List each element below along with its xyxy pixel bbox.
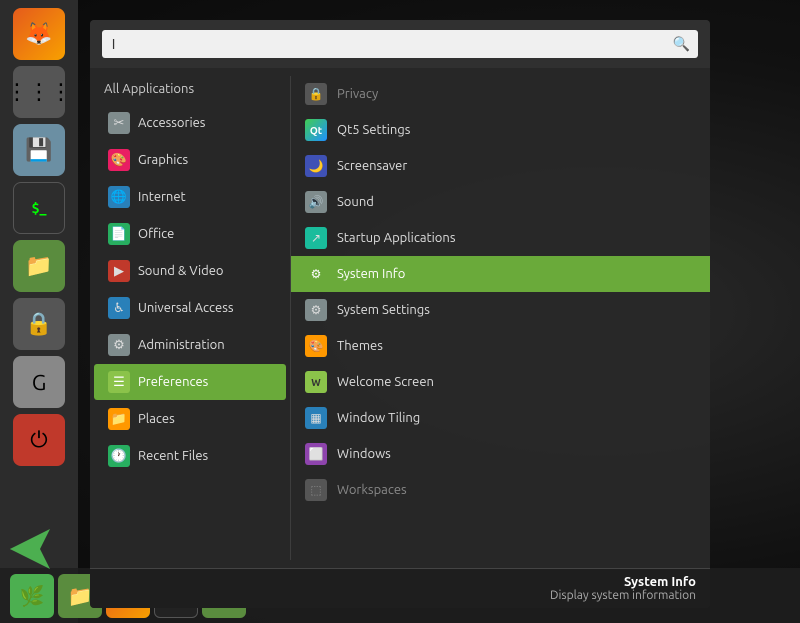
- app-label-startup-apps: Startup Applications: [337, 231, 455, 245]
- cat-item-accessories[interactable]: ✂ Accessories: [94, 105, 286, 141]
- cat-item-universal-access[interactable]: ♿ Universal Access: [94, 290, 286, 326]
- app-item-themes[interactable]: 🎨 Themes: [291, 328, 710, 364]
- cat-item-internet[interactable]: 🌐 Internet: [94, 179, 286, 215]
- qt5-icon: Qt: [305, 119, 327, 141]
- app-item-system-settings[interactable]: ⚙ System Settings: [291, 292, 710, 328]
- app-item-system-info[interactable]: ⚙ System Info: [291, 256, 710, 292]
- app-label-system-settings: System Settings: [337, 303, 430, 317]
- administration-icon: ⚙: [108, 334, 130, 356]
- taskbar-storage-button[interactable]: 💾: [13, 124, 65, 176]
- taskbar-apps-button[interactable]: ⋮⋮⋮: [13, 66, 65, 118]
- sound-video-icon: ▶: [108, 260, 130, 282]
- office-icon: 📄: [108, 223, 130, 245]
- system-info-icon: ⚙: [305, 263, 327, 285]
- app-menu-panel: 🔍 All Applications ✂ Accessories 🎨 Graph…: [90, 20, 710, 608]
- app-item-welcome-screen[interactable]: W Welcome Screen: [291, 364, 710, 400]
- taskbar-files-button[interactable]: 📁: [13, 240, 65, 292]
- app-label-sound: Sound: [337, 195, 374, 209]
- internet-icon: 🌐: [108, 186, 130, 208]
- app-label-privacy: Privacy: [337, 87, 378, 101]
- categories-header: All Applications: [90, 76, 290, 104]
- app-item-workspaces[interactable]: ⬚ Workspaces: [291, 472, 710, 508]
- cat-label-accessories: Accessories: [138, 116, 205, 130]
- cat-label-internet: Internet: [138, 190, 186, 204]
- taskbar-lock-button[interactable]: 🔒: [13, 298, 65, 350]
- recent-files-icon: 🕐: [108, 445, 130, 467]
- app-label-system-info: System Info: [337, 267, 405, 281]
- places-icon: 📁: [108, 408, 130, 430]
- cat-item-recent-files[interactable]: 🕐 Recent Files: [94, 438, 286, 474]
- search-container: 🔍: [102, 30, 698, 58]
- cat-item-office[interactable]: 📄 Office: [94, 216, 286, 252]
- app-label-screensaver: Screensaver: [337, 159, 407, 173]
- app-item-screensaver[interactable]: 🌙 Screensaver: [291, 148, 710, 184]
- window-tiling-icon: ▦: [305, 407, 327, 429]
- categories-column: All Applications ✂ Accessories 🎨 Graphic…: [90, 68, 290, 568]
- app-item-windows[interactable]: ⬜ Windows: [291, 436, 710, 472]
- welcome-screen-icon: W: [305, 371, 327, 393]
- cat-label-preferences: Preferences: [138, 375, 208, 389]
- cat-label-sound-video: Sound & Video: [138, 264, 224, 278]
- cat-label-places: Places: [138, 412, 175, 426]
- app-label-workspaces: Workspaces: [337, 483, 407, 497]
- status-bar: System Info Display system information: [90, 568, 710, 608]
- app-label-window-tiling: Window Tiling: [337, 411, 420, 425]
- privacy-icon: 🔒: [305, 83, 327, 105]
- app-item-window-tiling[interactable]: ▦ Window Tiling: [291, 400, 710, 436]
- taskbar-gimp-button[interactable]: G: [13, 356, 65, 408]
- cat-item-sound-video[interactable]: ▶ Sound & Video: [94, 253, 286, 289]
- startup-apps-icon: ↗: [305, 227, 327, 249]
- apps-column: 🔒 Privacy Qt Qt5 Settings 🌙 Screensaver …: [291, 68, 710, 568]
- app-label-windows: Windows: [337, 447, 391, 461]
- menu-content: All Applications ✂ Accessories 🎨 Graphic…: [90, 68, 710, 568]
- windows-icon: ⬜: [305, 443, 327, 465]
- preferences-icon: ☰: [108, 371, 130, 393]
- taskbar-power-button[interactable]: ⏻: [13, 414, 65, 466]
- status-app-desc: Display system information: [104, 589, 696, 602]
- status-app-name: System Info: [104, 575, 696, 589]
- screensaver-icon: 🌙: [305, 155, 327, 177]
- graphics-icon: 🎨: [108, 149, 130, 171]
- app-item-sound[interactable]: 🔊 Sound: [291, 184, 710, 220]
- app-item-privacy[interactable]: 🔒 Privacy: [291, 76, 710, 112]
- taskbar-terminal-button[interactable]: $_: [13, 182, 65, 234]
- cat-label-recent-files: Recent Files: [138, 449, 208, 463]
- search-input[interactable]: [102, 30, 698, 58]
- cat-label-office: Office: [138, 227, 174, 241]
- themes-icon: 🎨: [305, 335, 327, 357]
- cat-label-administration: Administration: [138, 338, 225, 352]
- cat-label-graphics: Graphics: [138, 153, 188, 167]
- app-label-qt5: Qt5 Settings: [337, 123, 410, 137]
- search-bar: 🔍: [90, 20, 710, 68]
- search-icon: 🔍: [673, 36, 690, 53]
- app-item-startup-apps[interactable]: ↗ Startup Applications: [291, 220, 710, 256]
- app-label-themes: Themes: [337, 339, 383, 353]
- taskbar-firefox-button[interactable]: 🦊: [13, 8, 65, 60]
- cat-item-graphics[interactable]: 🎨 Graphics: [94, 142, 286, 178]
- workspaces-icon: ⬚: [305, 479, 327, 501]
- system-settings-icon: ⚙: [305, 299, 327, 321]
- cat-item-administration[interactable]: ⚙ Administration: [94, 327, 286, 363]
- bottom-mint-button[interactable]: 🌿: [10, 574, 54, 618]
- cat-item-preferences[interactable]: ☰ Preferences: [94, 364, 286, 400]
- app-item-qt5-settings[interactable]: Qt Qt5 Settings: [291, 112, 710, 148]
- app-label-welcome-screen: Welcome Screen: [337, 375, 434, 389]
- sound-icon: 🔊: [305, 191, 327, 213]
- accessories-icon: ✂: [108, 112, 130, 134]
- green-arrow: [10, 529, 70, 573]
- cat-item-places[interactable]: 📁 Places: [94, 401, 286, 437]
- universal-access-icon: ♿: [108, 297, 130, 319]
- cat-label-universal-access: Universal Access: [138, 301, 233, 315]
